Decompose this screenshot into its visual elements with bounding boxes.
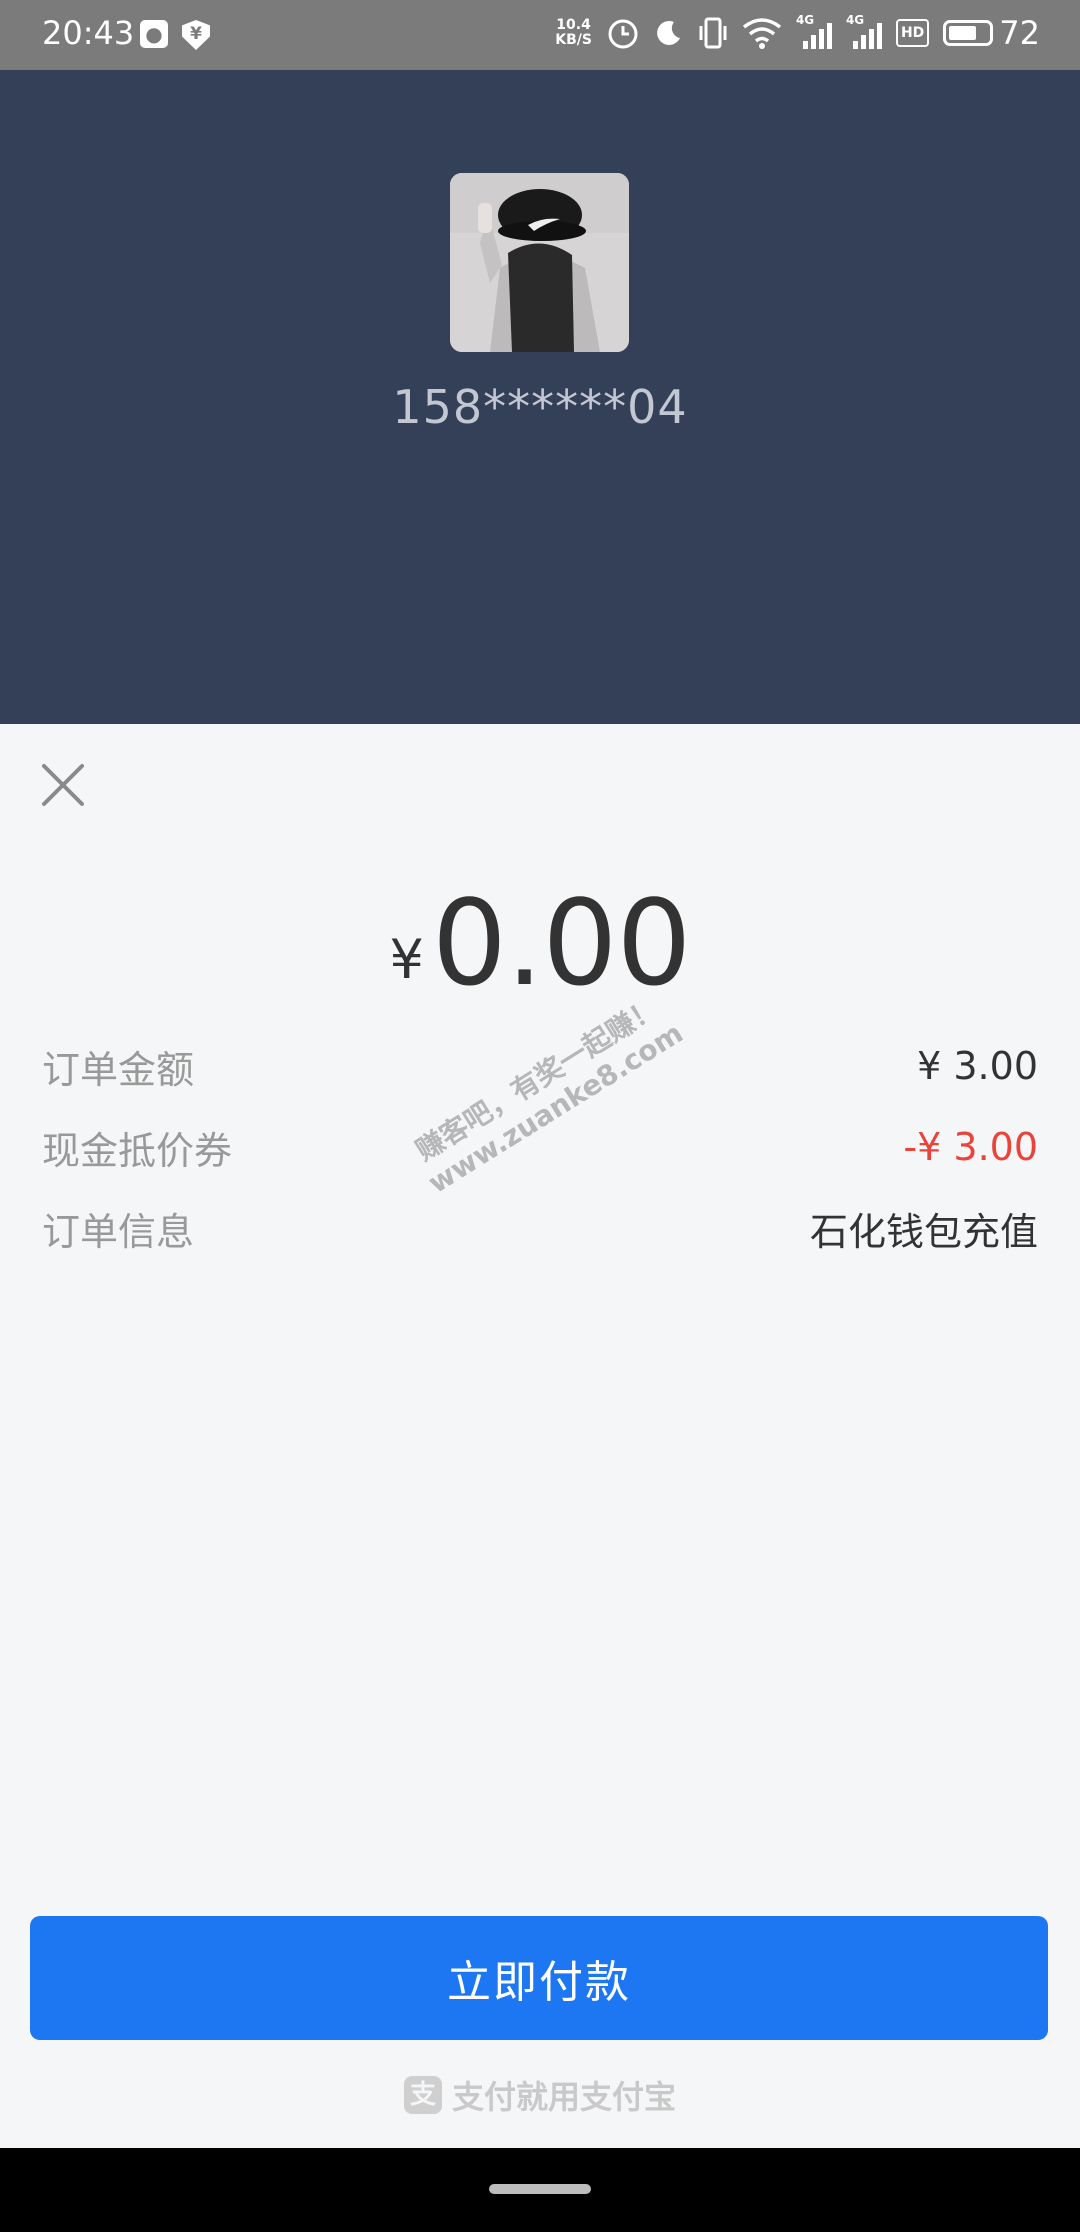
detail-row-coupon: 现金抵价券 -¥ 3.00 (42, 1117, 1038, 1177)
cellular-signal-2-icon: 4G (846, 13, 882, 49)
do-not-disturb-icon (657, 20, 680, 45)
detail-label: 现金抵价券 (42, 1128, 233, 1173)
detail-label: 订单信息 (42, 1209, 195, 1254)
status-time: 20:43 (42, 14, 135, 52)
currency-symbol: ¥ (389, 928, 424, 991)
battery-percentage: 72 (999, 14, 1040, 52)
battery-level-fill (949, 26, 977, 40)
wifi-icon (742, 18, 782, 49)
avatar-image (450, 173, 629, 352)
detail-row-order-amount: 订单金额 ¥ 3.00 (42, 1036, 1038, 1096)
amount-value: 0.00 (431, 874, 692, 1012)
alarm-icon (608, 19, 638, 49)
detail-value: ¥ 3.00 (917, 1044, 1038, 1088)
detail-value-discount: -¥ 3.00 (903, 1125, 1038, 1169)
alipay-logo-icon: 支 (403, 2076, 442, 2114)
avatar (450, 173, 629, 352)
detail-row-order-info: 订单信息 石化钱包充值 (42, 1198, 1038, 1258)
hd-voice-icon: HD (895, 19, 930, 47)
status-notification-icons: ● ¥ (140, 20, 210, 50)
payment-screen: 20:43 ● ¥ 10.4 KB/S 4G 4G HD 72 158*****… (0, 0, 1080, 2232)
battery-indicator: 72 (943, 14, 1040, 52)
navigation-bar (0, 2148, 1080, 2232)
alipay-branding: 支 支付就用支付宝 (0, 2072, 1080, 2118)
payment-amount: ¥0.00 (0, 874, 1080, 1012)
status-bar: 20:43 ● ¥ 10.4 KB/S 4G 4G HD 72 (0, 0, 1080, 70)
close-icon[interactable] (40, 762, 86, 808)
payment-shield-icon: ¥ (182, 20, 210, 50)
pay-now-button[interactable]: 立即付款 (30, 1916, 1048, 2040)
home-gesture-handle[interactable] (489, 2184, 591, 2194)
network-speed-unit: KB/S (555, 32, 592, 48)
network-speed-value: 10.4 (556, 17, 591, 33)
battery-icon (943, 20, 994, 46)
alipay-slogan: 支付就用支付宝 (451, 2078, 676, 2116)
status-system-icons: 10.4 KB/S 4G 4G HD 72 (555, 13, 1040, 52)
cellular-signal-1-icon: 4G (796, 13, 832, 49)
account-username: 158******04 (392, 380, 688, 434)
vibrate-icon (699, 17, 727, 49)
notification-app-icon: ● (140, 20, 168, 48)
network-speed: 10.4 KB/S (555, 18, 592, 48)
detail-value: 石化钱包充值 (809, 1209, 1038, 1254)
payment-header: 158******04 (0, 70, 1080, 724)
detail-label: 订单金额 (42, 1047, 195, 1092)
